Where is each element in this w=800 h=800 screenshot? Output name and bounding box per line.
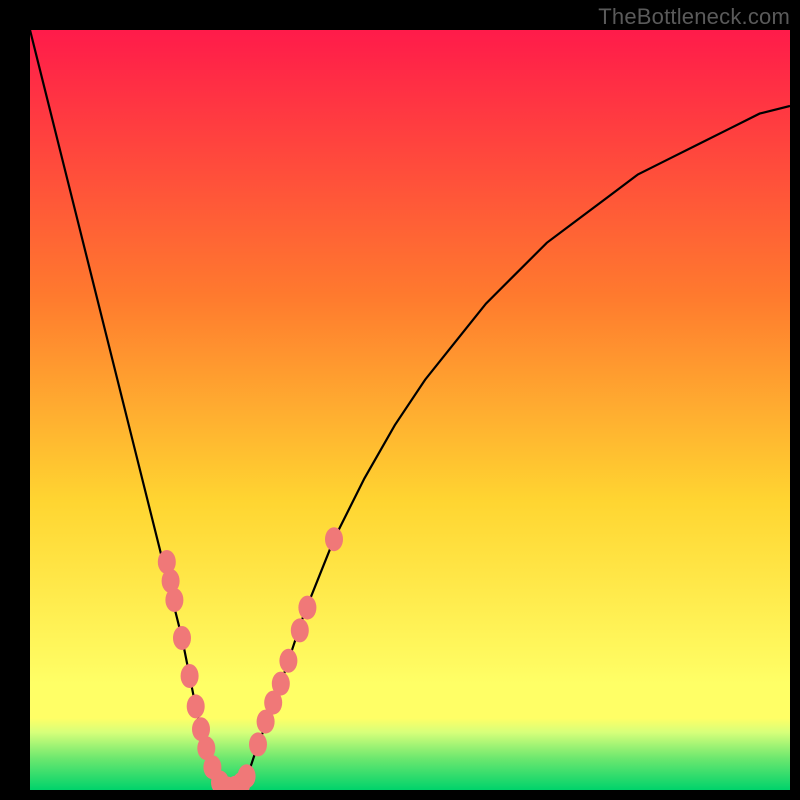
curve-layer	[30, 30, 790, 790]
plot-area	[30, 30, 790, 790]
data-marker	[165, 588, 183, 612]
data-marker	[291, 618, 309, 642]
data-marker	[279, 649, 297, 673]
chart-frame: TheBottleneck.com	[0, 0, 800, 800]
bottleneck-curve	[30, 30, 790, 790]
data-marker	[298, 596, 316, 620]
data-marker	[187, 694, 205, 718]
data-marker	[249, 732, 267, 756]
watermark-text: TheBottleneck.com	[598, 4, 790, 30]
data-marker	[272, 672, 290, 696]
data-marker	[238, 764, 256, 788]
data-marker	[325, 527, 343, 551]
data-marker	[181, 664, 199, 688]
data-marker	[173, 626, 191, 650]
